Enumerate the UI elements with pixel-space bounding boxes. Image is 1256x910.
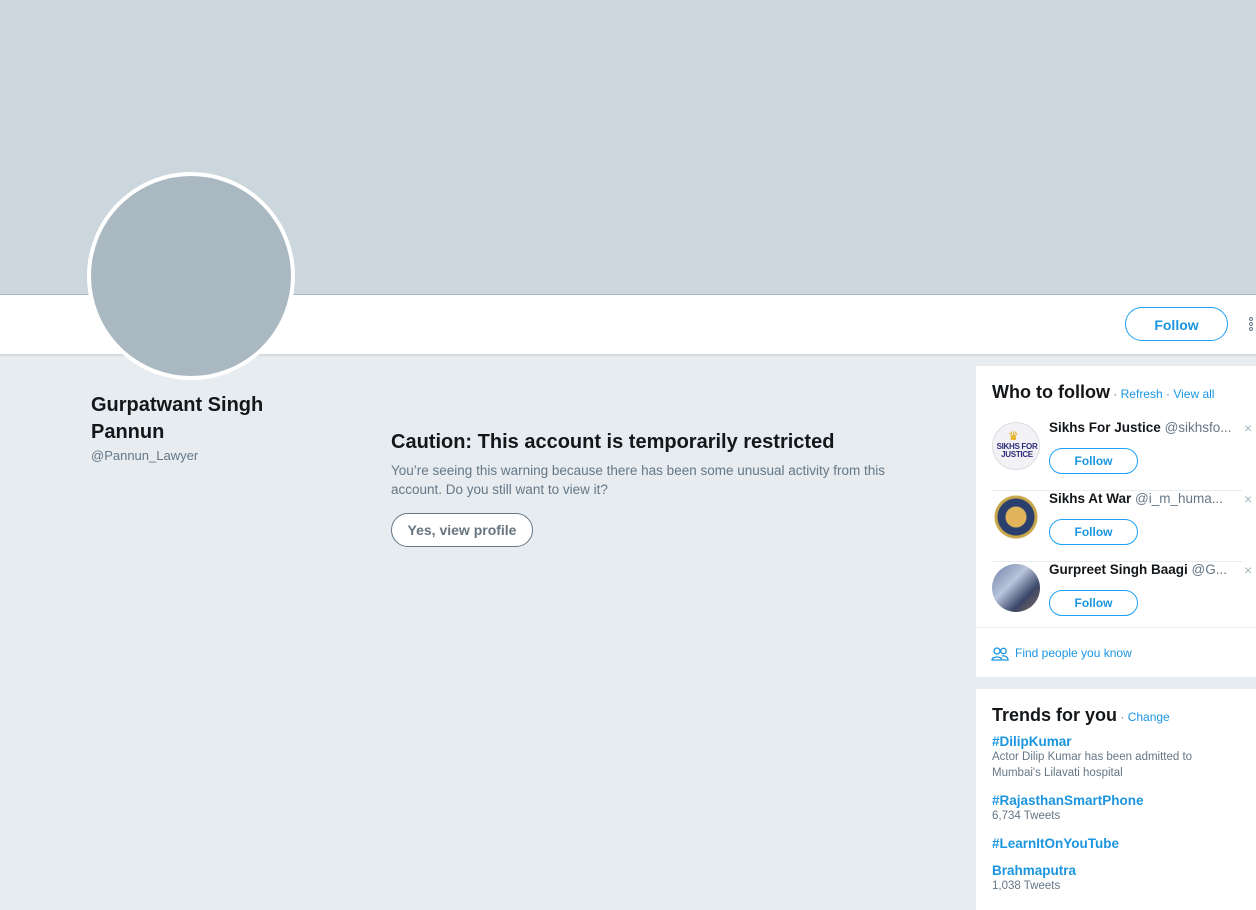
who-to-follow-heading: Who to follow xyxy=(992,382,1110,402)
follow-button[interactable]: Follow xyxy=(1125,307,1228,341)
trend-tag[interactable]: #DilipKumar xyxy=(992,734,1242,749)
find-people-footer: Find people you know xyxy=(976,627,1256,678)
trends-module: Trends for you · Change #DilipKumar Acto… xyxy=(976,689,1256,910)
follow-button[interactable]: Follow xyxy=(1049,448,1138,474)
trend-item[interactable]: #LearnItOnYouTube xyxy=(992,836,1242,851)
people-icon xyxy=(991,647,1009,661)
title-separator: · xyxy=(1117,710,1128,724)
trend-description: 1,038 Tweets xyxy=(992,880,1061,892)
change-link[interactable]: Change xyxy=(1128,710,1170,724)
view-profile-button[interactable]: Yes, view profile xyxy=(391,513,533,547)
refresh-link[interactable]: Refresh xyxy=(1121,387,1163,401)
who-to-follow-module: Who to follow · Refresh · View all ♛ SIK… xyxy=(976,366,1256,677)
user-name-line[interactable]: Sikhs At War @i_m_huma... xyxy=(1049,491,1232,506)
more-dots-icon[interactable] xyxy=(1247,316,1256,334)
user-name[interactable]: Gurpreet Singh Baagi xyxy=(1049,562,1188,577)
trends-title: Trends for you · Change xyxy=(992,705,1170,726)
follow-button[interactable]: Follow xyxy=(1049,590,1138,616)
avatar-logo-text: SIKHS FOR JUSTICE xyxy=(996,442,1038,459)
user-name[interactable]: Sikhs For Justice xyxy=(1049,420,1161,435)
user-name-line[interactable]: Sikhs For Justice @sikhsfo... xyxy=(1049,420,1232,435)
view-all-link[interactable]: View all xyxy=(1173,387,1214,401)
profile-name: Gurpatwant Singh Pannun xyxy=(91,394,264,443)
user-name-line[interactable]: Gurpreet Singh Baagi @G... xyxy=(1049,562,1232,577)
warning-title: Caution: This account is temporarily res… xyxy=(391,431,835,453)
trend-item[interactable]: #RajasthanSmartPhone 6,734 Tweets xyxy=(992,793,1242,824)
trend-tag[interactable]: Brahmaputra xyxy=(992,863,1242,878)
suggested-user[interactable]: ♛ SIKHS FOR JUSTICE Sikhs For Justice @s… xyxy=(992,420,1252,491)
warning-message: You’re seeing this warning because there… xyxy=(391,463,886,497)
trend-item[interactable]: Brahmaputra 1,038 Tweets xyxy=(992,863,1242,894)
suggested-user[interactable]: Gurpreet Singh Baagi @G... × Follow xyxy=(992,562,1252,632)
restriction-warning: Caution: This account is temporarily res… xyxy=(391,428,921,499)
trend-description: 6,734 Tweets xyxy=(992,810,1061,822)
trend-tag[interactable]: #LearnItOnYouTube xyxy=(992,836,1242,851)
trends-heading: Trends for you xyxy=(992,705,1118,725)
close-icon[interactable]: × xyxy=(1244,420,1252,436)
who-to-follow-title: Who to follow · Refresh · View all xyxy=(992,382,1214,403)
user-handle: @G... xyxy=(1191,562,1228,577)
profile-handle: @Pannun_Lawyer xyxy=(91,448,199,463)
suggested-user[interactable]: Sikhs At War @i_m_huma... × Follow xyxy=(992,491,1252,562)
user-handle: @i_m_huma... xyxy=(1135,491,1224,506)
user-avatar[interactable]: ♛ SIKHS FOR JUSTICE xyxy=(992,422,1040,470)
find-people-link[interactable]: Find people you know xyxy=(1015,646,1132,660)
title-separator: · xyxy=(1109,387,1121,401)
user-name[interactable]: Sikhs At War xyxy=(1049,491,1131,506)
crown-icon: ♛ xyxy=(1008,429,1019,443)
close-icon[interactable]: × xyxy=(1244,562,1252,578)
title-separator: · xyxy=(1162,387,1174,401)
close-icon[interactable]: × xyxy=(1244,491,1252,507)
user-avatar[interactable] xyxy=(992,493,1040,541)
follow-button[interactable]: Follow xyxy=(1049,519,1138,545)
user-avatar[interactable] xyxy=(992,564,1040,612)
trend-tag[interactable]: #RajasthanSmartPhone xyxy=(992,793,1242,808)
trend-description: Actor Dilip Kumar has been admitted to M… xyxy=(992,751,1193,779)
user-handle: @sikhsfo... xyxy=(1164,420,1232,435)
trend-item[interactable]: #DilipKumar Actor Dilip Kumar has been a… xyxy=(992,734,1242,781)
profile-avatar[interactable] xyxy=(87,172,295,380)
